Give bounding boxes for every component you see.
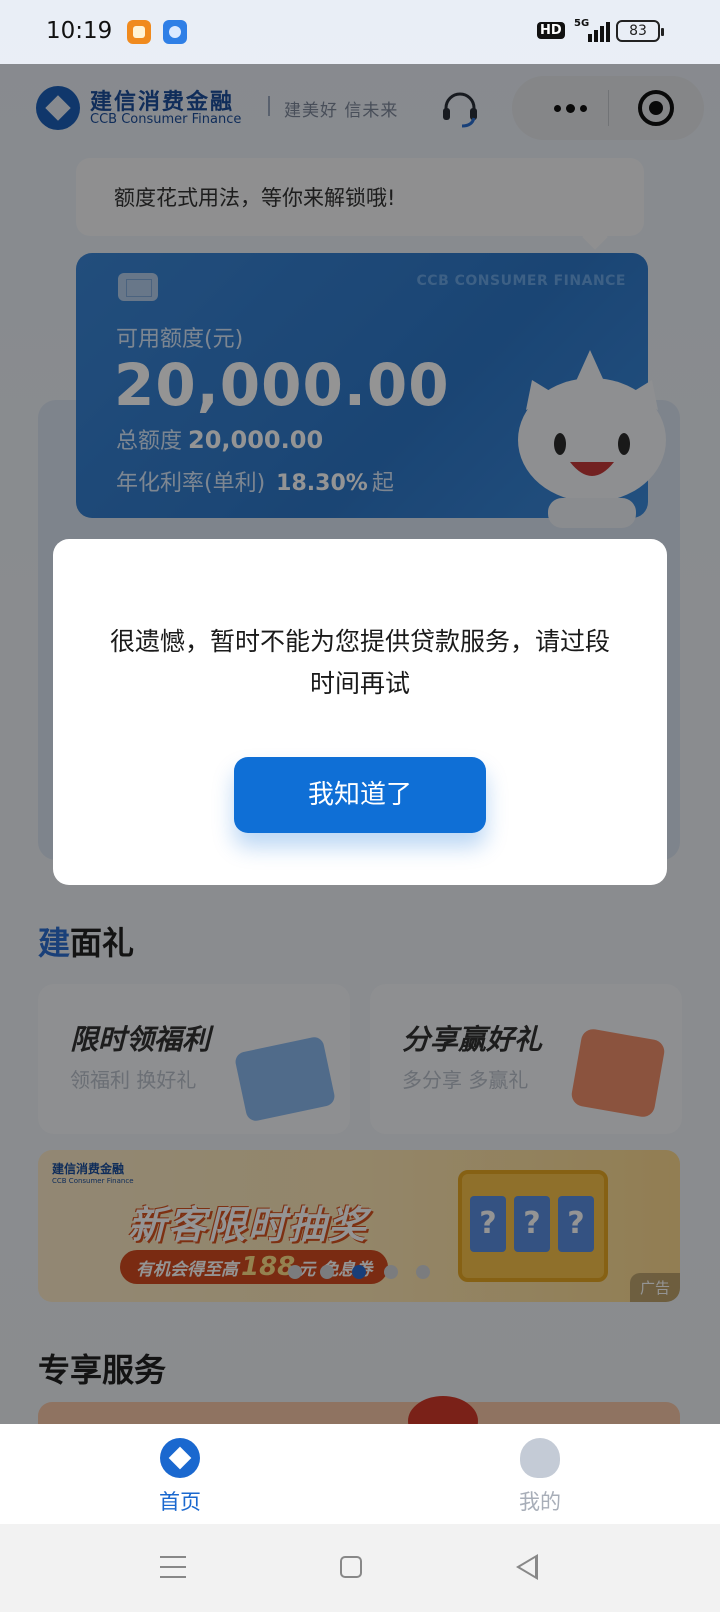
alert-dialog: 很遗憾，暂时不能为您提供贷款服务，请过段时间再试 我知道了 bbox=[53, 539, 667, 885]
home-square-icon[interactable] bbox=[340, 1556, 362, 1578]
bottom-tab-bar: 首页 我的 bbox=[0, 1424, 720, 1524]
notification-browser-icon bbox=[163, 20, 187, 44]
network-type: 5G bbox=[574, 18, 590, 29]
status-time: 10:19 bbox=[46, 18, 113, 44]
dialog-message: 很遗憾，暂时不能为您提供贷款服务，请过段时间再试 bbox=[109, 627, 610, 698]
tab-mine-label: 我的 bbox=[519, 1490, 561, 1514]
ccb-logo-icon bbox=[160, 1438, 200, 1478]
tab-mine[interactable]: 我的 bbox=[360, 1424, 720, 1524]
recent-apps-icon[interactable] bbox=[160, 1556, 186, 1578]
tab-home[interactable]: 首页 bbox=[0, 1424, 360, 1524]
notification-app-icon bbox=[127, 20, 151, 44]
battery-icon: 83 bbox=[616, 20, 664, 42]
tab-home-label: 首页 bbox=[159, 1490, 201, 1514]
back-triangle-icon[interactable] bbox=[516, 1554, 538, 1580]
system-nav-bar bbox=[0, 1524, 720, 1612]
app-page: 10:19 HD 5G 83 建信消费金融 CCB Consumer Finan… bbox=[0, 0, 720, 1612]
signal-icon: 5G bbox=[574, 18, 610, 44]
hd-badge: HD bbox=[537, 22, 565, 39]
mascot-icon bbox=[520, 1438, 560, 1478]
confirm-button[interactable]: 我知道了 bbox=[234, 757, 486, 833]
status-bar: 10:19 HD 5G 83 bbox=[0, 0, 720, 64]
